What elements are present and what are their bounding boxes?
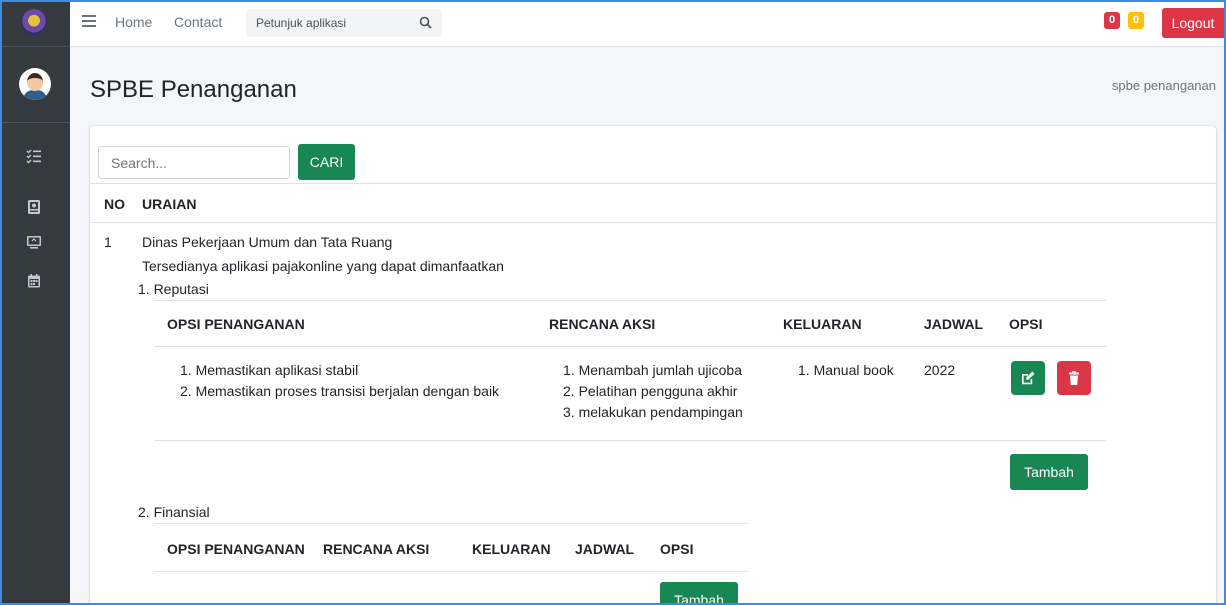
list-check-icon[interactable]: [26, 148, 44, 166]
app-window: Home Contact Petunjuk aplikasi 0 0 Logou…: [0, 0, 1226, 605]
column-header-rencana-aksi: RENCANA AKSI: [323, 541, 430, 557]
dinas-name: Dinas Pekerjaan Umum dan Tata Ruang: [142, 234, 393, 250]
edit-button[interactable]: [1011, 361, 1045, 395]
delete-button[interactable]: [1057, 361, 1091, 395]
column-header-keluaran: KELUARAN: [783, 316, 862, 332]
navbar-search-placeholder: Petunjuk aplikasi: [256, 16, 347, 30]
sidebar-divider: [2, 122, 70, 123]
row-number: 1: [104, 234, 112, 250]
opsi-penanganan-list: 1. Memastikan aplikasi stabil 2. Memasti…: [180, 360, 499, 402]
uraian-text: Tersedianya aplikasi pajakonline yang da…: [142, 258, 504, 274]
nav-contact-link[interactable]: Contact: [174, 14, 222, 30]
list-item: 1. Manual book: [798, 362, 894, 378]
top-navbar: Home Contact Petunjuk aplikasi 0 0 Logou…: [70, 2, 1224, 47]
column-header-jadwal: JADWAL: [575, 541, 635, 557]
divider: [154, 300, 1106, 301]
rencana-aksi-list: 1. Menambah jumlah ujicoba 2. Pelatihan …: [563, 360, 743, 423]
divider: [154, 346, 1106, 347]
keluaran-list: 1. Manual book: [798, 360, 894, 381]
page-title: SPBE Penanganan: [90, 76, 297, 103]
column-header-no: NO: [104, 196, 125, 212]
add-button-finansial[interactable]: Tambah: [660, 582, 738, 603]
jadwal-value: 2022: [924, 362, 956, 378]
column-header-opsi: OPSI: [1009, 316, 1043, 332]
breadcrumb[interactable]: spbe penanganan: [1112, 78, 1216, 93]
list-item: 3. melakukan pendampingan: [563, 404, 743, 420]
notification-badge-red[interactable]: 0: [1104, 12, 1120, 29]
search-icon[interactable]: [419, 16, 432, 32]
divider: [90, 183, 1216, 184]
sidebar: [2, 2, 70, 603]
column-header-opsi-penanganan: OPSI PENANGANAN: [167, 541, 305, 557]
calendar-icon[interactable]: [26, 273, 44, 291]
list-item: 2. Memastikan proses transisi berjalan d…: [180, 383, 500, 399]
list-item: 1. Menambah jumlah ujicoba: [563, 362, 742, 378]
notification-badge-yellow[interactable]: 0: [1128, 12, 1144, 29]
search-button[interactable]: CARI: [298, 144, 355, 180]
section-title-finansial: 2. Finansial: [138, 504, 210, 520]
nav-home-link[interactable]: Home: [115, 14, 152, 30]
navbar-search-input[interactable]: Petunjuk aplikasi: [246, 9, 442, 37]
column-header-keluaran: KELUARAN: [472, 541, 551, 557]
monitor-icon[interactable]: [26, 234, 44, 252]
divider: [154, 571, 749, 572]
search-input[interactable]: [98, 146, 290, 179]
logout-button[interactable]: Logout: [1162, 8, 1224, 38]
column-header-opsi: OPSI: [660, 541, 694, 557]
list-item: 2. Pelatihan pengguna akhir: [563, 383, 738, 399]
column-header-opsi-penanganan: OPSI PENANGANAN: [167, 316, 305, 332]
section-title-reputasi: 1. Reputasi: [138, 281, 209, 297]
add-button-reputasi[interactable]: Tambah: [1010, 454, 1088, 490]
divider: [154, 523, 749, 524]
user-avatar[interactable]: [19, 68, 51, 100]
sidebar-divider: [2, 46, 70, 47]
column-header-uraian: URAIAN: [142, 196, 197, 212]
column-header-jadwal: JADWAL: [924, 316, 984, 332]
column-header-rencana-aksi: RENCANA AKSI: [549, 316, 656, 332]
list-item: 1. Memastikan aplikasi stabil: [180, 362, 359, 378]
app-logo[interactable]: [21, 9, 47, 35]
book-icon[interactable]: [26, 199, 44, 217]
divider: [90, 222, 1216, 223]
divider: [154, 440, 1106, 441]
menu-toggle-icon[interactable]: [82, 15, 96, 27]
